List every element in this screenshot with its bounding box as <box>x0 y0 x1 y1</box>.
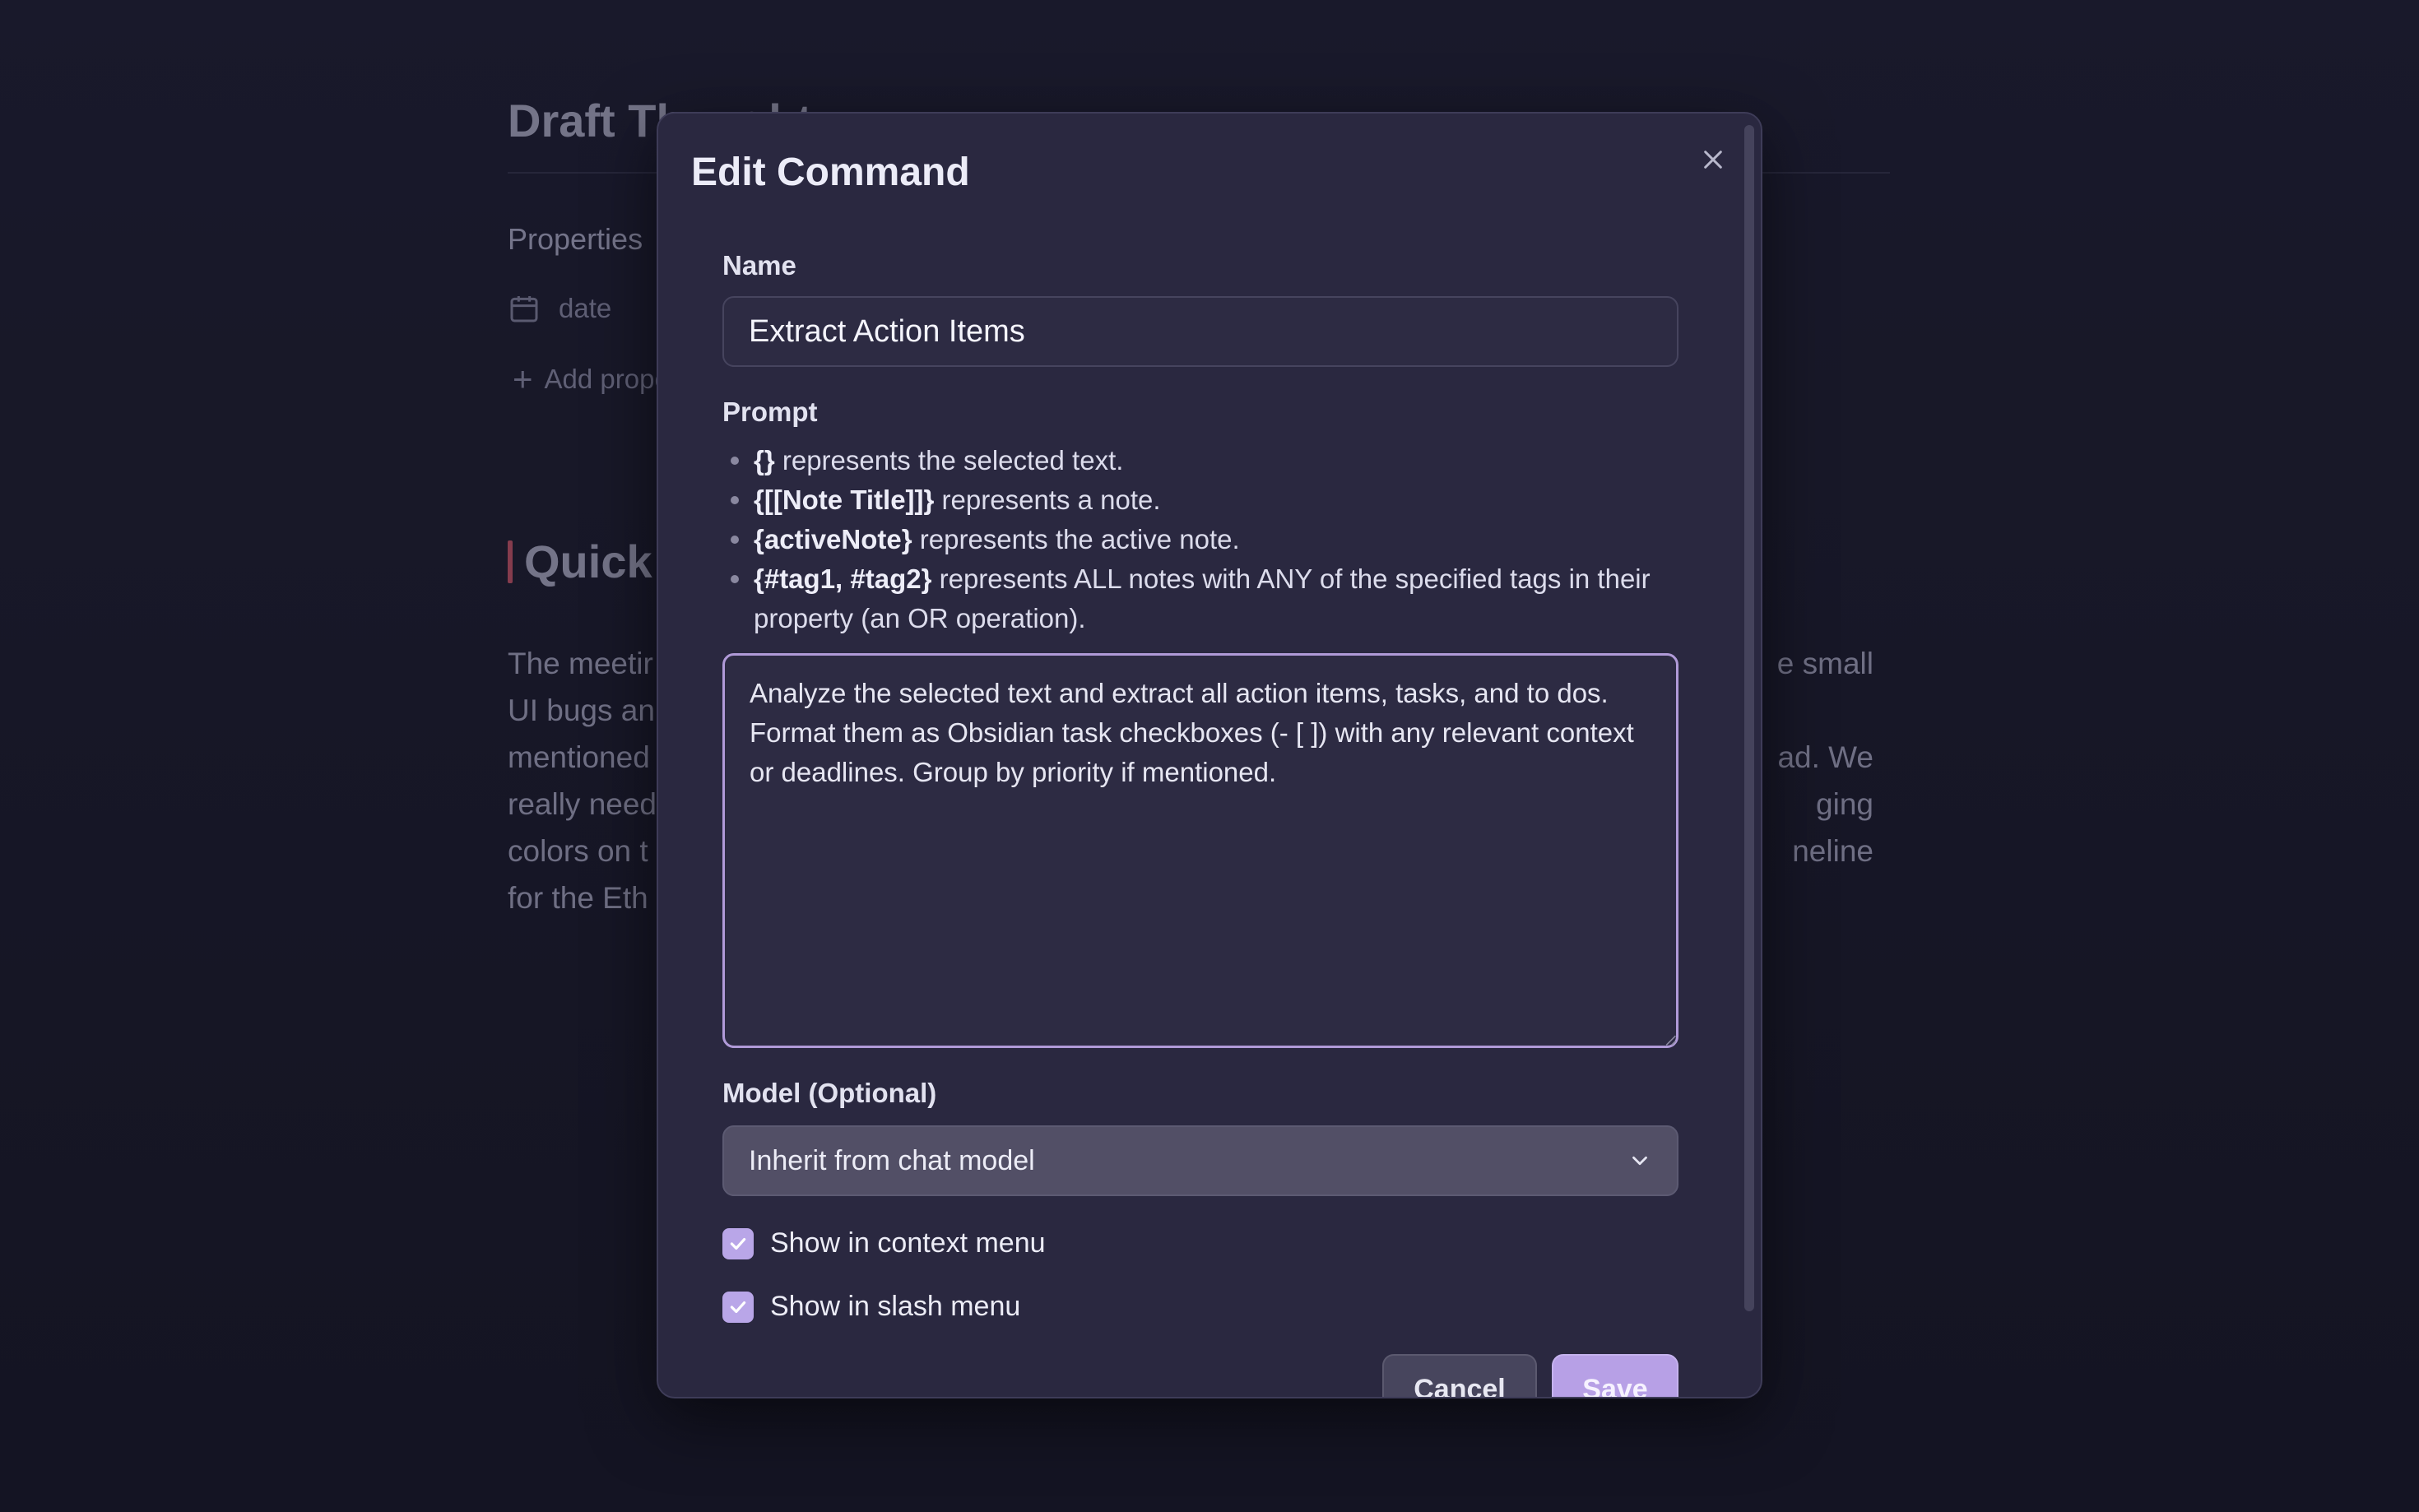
model-select[interactable]: Inherit from chat model <box>722 1125 1678 1196</box>
edit-command-modal: Edit Command Name Extract Action Items P… <box>657 112 1762 1398</box>
name-label: Name <box>722 250 796 281</box>
prompt-textarea[interactable]: Analyze the selected text and extract al… <box>722 653 1678 1048</box>
model-label: Model (Optional) <box>722 1078 937 1108</box>
prompt-hints: {} represents the selected text. {[[Note… <box>722 441 1678 638</box>
save-button[interactable]: Save <box>1552 1354 1678 1397</box>
prompt-label: Prompt <box>722 397 818 427</box>
hint-item: {} represents the selected text. <box>722 441 1678 480</box>
modal-title: Edit Command <box>691 151 970 194</box>
close-button[interactable] <box>1687 133 1739 186</box>
model-select-value: Inherit from chat model <box>749 1144 1035 1176</box>
modal-scrollbar[interactable] <box>1744 125 1754 1311</box>
resize-handle-icon[interactable] <box>1664 1033 1677 1046</box>
checkmark-icon <box>730 1237 746 1250</box>
cancel-button[interactable]: Cancel <box>1382 1354 1537 1397</box>
show-slash-menu-toggle[interactable]: Show in slash menu <box>722 1291 1020 1323</box>
slash-menu-label: Show in slash menu <box>770 1291 1021 1322</box>
slash-menu-checkbox[interactable] <box>722 1291 754 1323</box>
context-menu-label: Show in context menu <box>770 1227 1046 1259</box>
hint-item: {[[Note Title]]} represents a note. <box>722 480 1678 520</box>
hint-item: {activeNote} represents the active note. <box>722 520 1678 559</box>
chevron-down-icon <box>1632 1156 1647 1166</box>
hint-item: {#tag1, #tag2} represents ALL notes with… <box>722 559 1678 638</box>
show-context-menu-toggle[interactable]: Show in context menu <box>722 1227 1046 1259</box>
context-menu-checkbox[interactable] <box>722 1227 754 1259</box>
close-icon <box>1704 151 1722 169</box>
name-input[interactable]: Extract Action Items <box>722 296 1678 367</box>
checkmark-icon <box>730 1301 746 1313</box>
